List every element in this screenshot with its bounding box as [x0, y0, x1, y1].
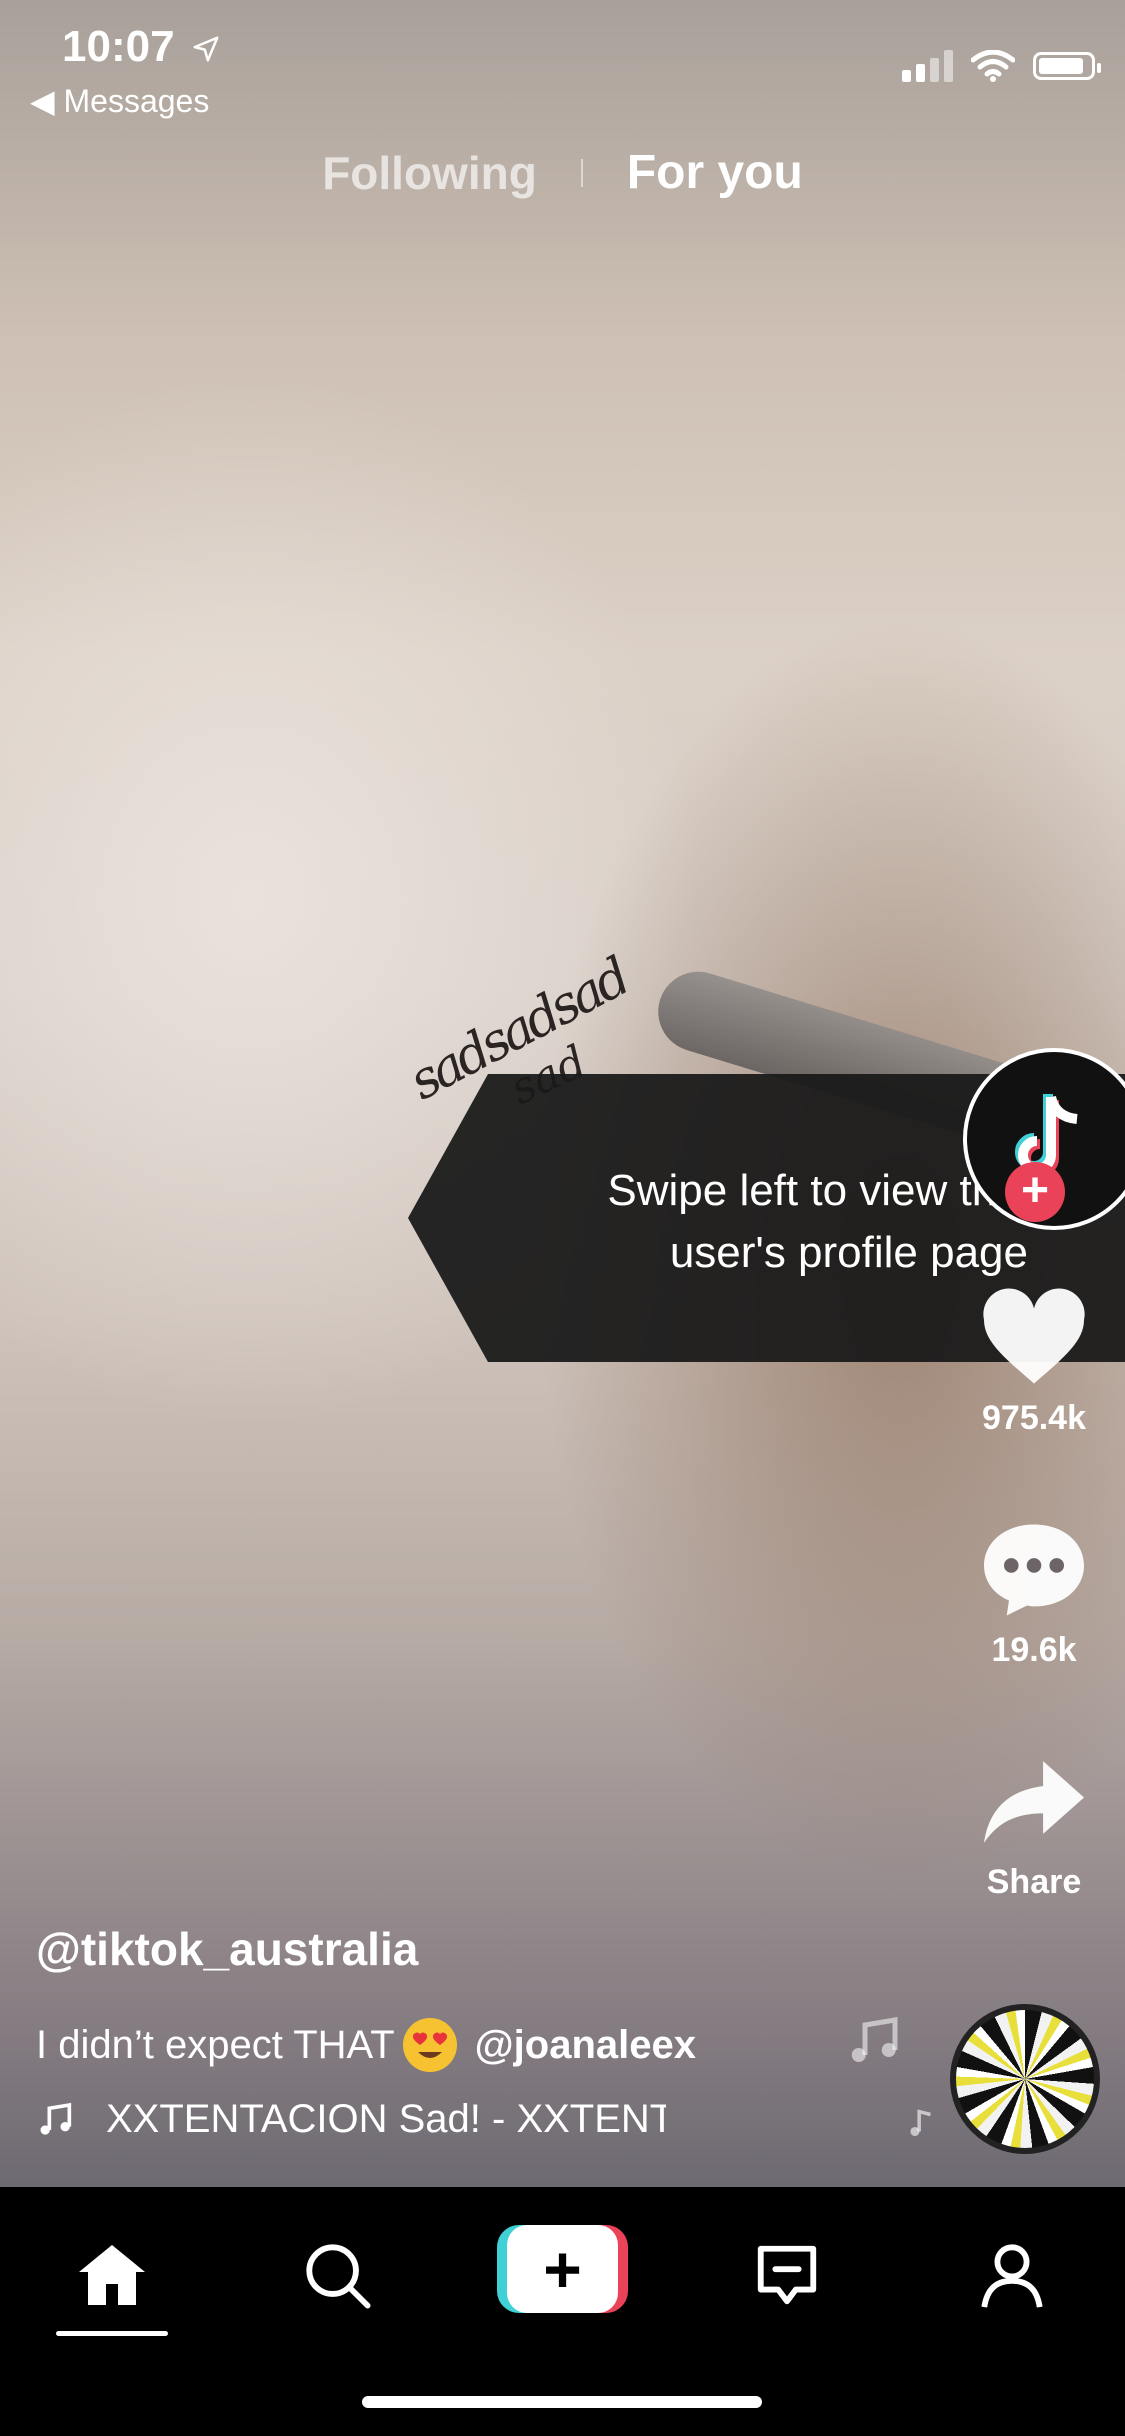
- comments-count: 19.6k: [991, 1631, 1077, 1669]
- floating-music-note-icon-2: [910, 2109, 931, 2137]
- status-time: 10:07: [62, 22, 221, 72]
- nav-home-indicator: [56, 2331, 168, 2336]
- floating-music-note-icon: [851, 2017, 898, 2062]
- home-indicator[interactable]: [362, 2396, 762, 2408]
- music-info[interactable]: XXTENTACION Sad! - XXTENTACION: [36, 2097, 666, 2142]
- likes-count: 975.4k: [982, 1399, 1086, 1437]
- share-button[interactable]: Share: [950, 1752, 1118, 1902]
- battery-icon: [1033, 52, 1101, 80]
- like-button[interactable]: 975.4k: [950, 1288, 1118, 1438]
- tab-divider: [580, 158, 583, 187]
- share-label: Share: [986, 1863, 1082, 1901]
- create-icon: +: [507, 2225, 618, 2313]
- tab-following[interactable]: Following: [322, 146, 537, 200]
- feed-tabs: Following For you: [0, 145, 1125, 200]
- home-icon: [79, 2245, 145, 2305]
- follow-button[interactable]: +: [1005, 1162, 1065, 1222]
- profile-icon: [981, 2244, 1043, 2308]
- comment-button[interactable]: 19.6k: [950, 1520, 1118, 1670]
- caption-text: I didn’t expect THAT: [36, 2022, 395, 2067]
- share-icon: [984, 1761, 1084, 1843]
- status-time-text: 10:07: [62, 22, 175, 71]
- search-icon: [306, 2244, 371, 2309]
- nav-inbox[interactable]: [732, 2225, 842, 2325]
- caption-mention[interactable]: @joanaleex: [475, 2023, 696, 2068]
- create-button[interactable]: +: [497, 2225, 628, 2313]
- tab-for-you[interactable]: For you: [627, 145, 803, 200]
- music-disc[interactable]: [950, 2004, 1100, 2154]
- comment-icon: [984, 1524, 1084, 1616]
- heart-eyes-emoji-icon: [402, 2018, 457, 2072]
- location-arrow-icon: [193, 36, 219, 62]
- back-to-messages[interactable]: ◀ Messages: [30, 82, 209, 120]
- tooltip-text: Swipe left to view this user's profile p…: [607, 1166, 1028, 1277]
- post-caption: I didn’t expect THAT @joanaleex: [36, 2018, 696, 2072]
- post-username[interactable]: @tiktok_australia: [36, 1922, 418, 1976]
- nav-discover[interactable]: [282, 2225, 392, 2325]
- wifi-icon: [971, 50, 1015, 82]
- music-track-title: XXTENTACION Sad! - XXTENTACION: [106, 2097, 666, 2141]
- inbox-icon: [757, 2245, 817, 2305]
- heart-icon: [983, 1288, 1085, 1384]
- status-indicators: [902, 50, 1101, 82]
- nav-home[interactable]: [57, 2225, 167, 2325]
- signal-icon: [902, 50, 953, 82]
- nav-profile[interactable]: [957, 2225, 1067, 2325]
- music-note-icon: [40, 2102, 72, 2135]
